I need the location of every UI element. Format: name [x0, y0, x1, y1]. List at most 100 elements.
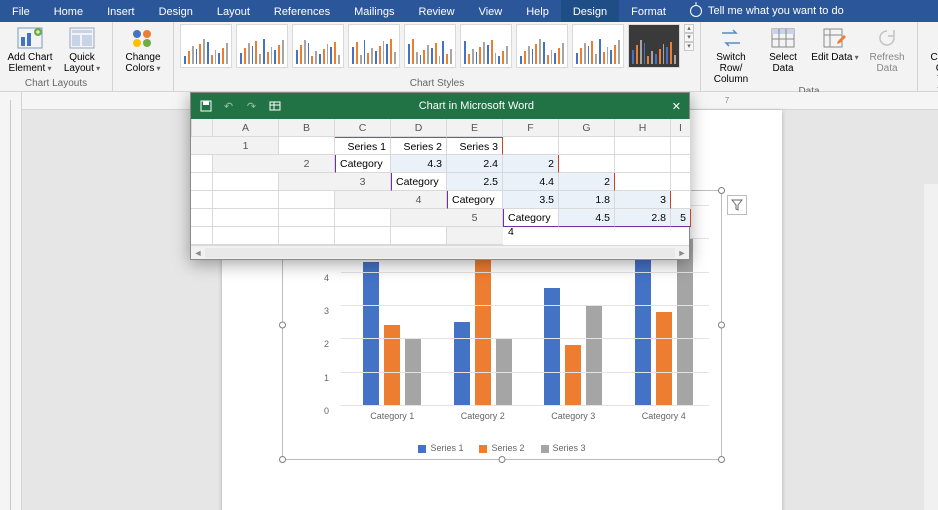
column-header[interactable]: B — [279, 119, 335, 137]
grid-cell[interactable] — [213, 173, 279, 191]
row-header[interactable]: 4 — [391, 191, 447, 209]
grid-cell[interactable] — [191, 209, 213, 227]
grid-cell[interactable] — [671, 191, 691, 209]
chart-legend[interactable]: Series 1 Series 2 Series 3 — [283, 443, 721, 453]
grid-cell[interactable]: Category 3 — [447, 191, 503, 209]
row-header[interactable]: 1 — [213, 137, 279, 155]
bar[interactable] — [475, 258, 491, 405]
chart-style-thumbnail[interactable] — [236, 24, 288, 68]
grid-cell[interactable]: Series 2 — [391, 137, 447, 155]
grid-cell[interactable] — [279, 209, 335, 227]
grid-cell[interactable]: 1.8 — [559, 191, 615, 209]
grid-cell[interactable] — [213, 209, 279, 227]
scroll-track[interactable] — [205, 248, 675, 258]
grid-cell[interactable]: 2 — [559, 173, 615, 191]
resize-handle[interactable] — [499, 456, 506, 463]
save-icon[interactable] — [199, 100, 212, 113]
column-header[interactable]: A — [213, 119, 279, 137]
grid-cell[interactable]: 4.4 — [503, 173, 559, 191]
grid-cell[interactable] — [191, 173, 213, 191]
add-chart-element-button[interactable]: Add Chart Element — [6, 24, 54, 74]
sheet-v-scrollbar[interactable] — [279, 173, 335, 191]
grid-cell[interactable] — [615, 173, 671, 191]
resize-handle[interactable] — [718, 456, 725, 463]
select-all-cell[interactable] — [191, 119, 213, 137]
grid-cell[interactable] — [335, 209, 391, 227]
chart-filters-button[interactable] — [727, 195, 747, 215]
grid-cell[interactable]: 2.5 — [447, 173, 503, 191]
chart-style-thumbnail[interactable] — [348, 24, 400, 68]
legend-item[interactable]: Series 1 — [418, 443, 463, 453]
grid-cell[interactable] — [671, 155, 691, 173]
tab-home[interactable]: Home — [42, 0, 95, 22]
legend-item[interactable]: Series 3 — [541, 443, 586, 453]
grid-cell[interactable] — [279, 191, 335, 209]
row-header[interactable]: 5 — [447, 209, 503, 227]
column-header[interactable]: E — [447, 119, 503, 137]
chart-styles-more[interactable]: ▴▾▾ — [684, 24, 694, 51]
bar[interactable] — [565, 345, 581, 405]
resize-handle[interactable] — [279, 322, 286, 329]
resize-handle[interactable] — [279, 456, 286, 463]
bar[interactable] — [363, 262, 379, 405]
bar[interactable] — [454, 322, 470, 405]
tab-chart-design[interactable]: Design — [561, 0, 619, 22]
resize-handle[interactable] — [718, 322, 725, 329]
column-header[interactable]: I — [671, 119, 691, 137]
grid-cell[interactable] — [279, 137, 335, 155]
grid-cell[interactable] — [191, 155, 213, 173]
grid-cell[interactable] — [213, 227, 279, 245]
undo-icon[interactable]: ↶ — [222, 100, 235, 113]
legend-item[interactable]: Series 2 — [479, 443, 524, 453]
refresh-data-button[interactable]: Refresh Data — [863, 24, 911, 74]
grid-cell[interactable]: 2.4 — [447, 155, 503, 173]
grid-cell[interactable]: 5 — [671, 209, 691, 227]
vertical-ruler[interactable] — [0, 92, 22, 510]
chart-style-thumbnail[interactable] — [460, 24, 512, 68]
grid-cell[interactable]: 4.5 — [559, 209, 615, 227]
tab-file[interactable]: File — [0, 0, 42, 22]
chart-style-thumbnail[interactable] — [628, 24, 680, 68]
grid-cell[interactable] — [615, 155, 671, 173]
tell-me-search[interactable]: Tell me what you want to do — [678, 0, 844, 22]
scroll-left-icon[interactable]: ◄ — [191, 248, 205, 258]
grid-cell[interactable] — [559, 137, 615, 155]
sheet-titlebar[interactable]: ↶ ↷ Chart in Microsoft Word ✕ — [191, 93, 689, 119]
grid-cell[interactable] — [279, 227, 335, 245]
sheet-h-scrollbar[interactable]: ◄ ► — [191, 245, 689, 259]
grid-cell[interactable]: 4.3 — [391, 155, 447, 173]
tab-layout[interactable]: Layout — [205, 0, 262, 22]
grid-cell[interactable]: Category 4 — [503, 209, 559, 227]
column-header[interactable]: C — [335, 119, 391, 137]
grid-cell[interactable] — [671, 173, 691, 191]
grid-cell[interactable]: 2 — [503, 155, 559, 173]
sheet-v-scrollbar[interactable] — [447, 227, 503, 245]
sheet-v-scrollbar[interactable] — [391, 209, 447, 227]
close-icon[interactable]: ✕ — [672, 100, 681, 113]
redo-icon[interactable]: ↷ — [245, 100, 258, 113]
bar[interactable] — [586, 305, 602, 405]
grid-cell[interactable]: 3 — [615, 191, 671, 209]
chart-style-thumbnail[interactable] — [516, 24, 568, 68]
grid-cell[interactable]: 3.5 — [503, 191, 559, 209]
change-colors-button[interactable]: Change Colors — [119, 24, 167, 74]
sheet-v-scrollbar[interactable] — [213, 155, 279, 173]
grid-cell[interactable] — [335, 227, 391, 245]
tab-view[interactable]: View — [467, 0, 515, 22]
column-header[interactable]: F — [503, 119, 559, 137]
row-header[interactable]: 2 — [279, 155, 335, 173]
bar[interactable] — [656, 312, 672, 405]
row-header[interactable]: 3 — [335, 173, 391, 191]
tab-design[interactable]: Design — [147, 0, 205, 22]
select-data-button[interactable]: Select Data — [759, 24, 807, 74]
edit-data-button[interactable]: Edit Data — [811, 24, 859, 63]
grid-cell[interactable]: Category 2 — [391, 173, 447, 191]
grid-cell[interactable] — [191, 191, 213, 209]
grid-cell[interactable] — [671, 137, 691, 155]
grid-cell[interactable]: 2.8 — [615, 209, 671, 227]
change-chart-type-button[interactable]: Change Chart Type — [924, 24, 938, 85]
chart-style-thumbnail[interactable] — [404, 24, 456, 68]
grid-cell[interactable] — [191, 227, 213, 245]
tab-help[interactable]: Help — [514, 0, 561, 22]
column-header[interactable]: G — [559, 119, 615, 137]
